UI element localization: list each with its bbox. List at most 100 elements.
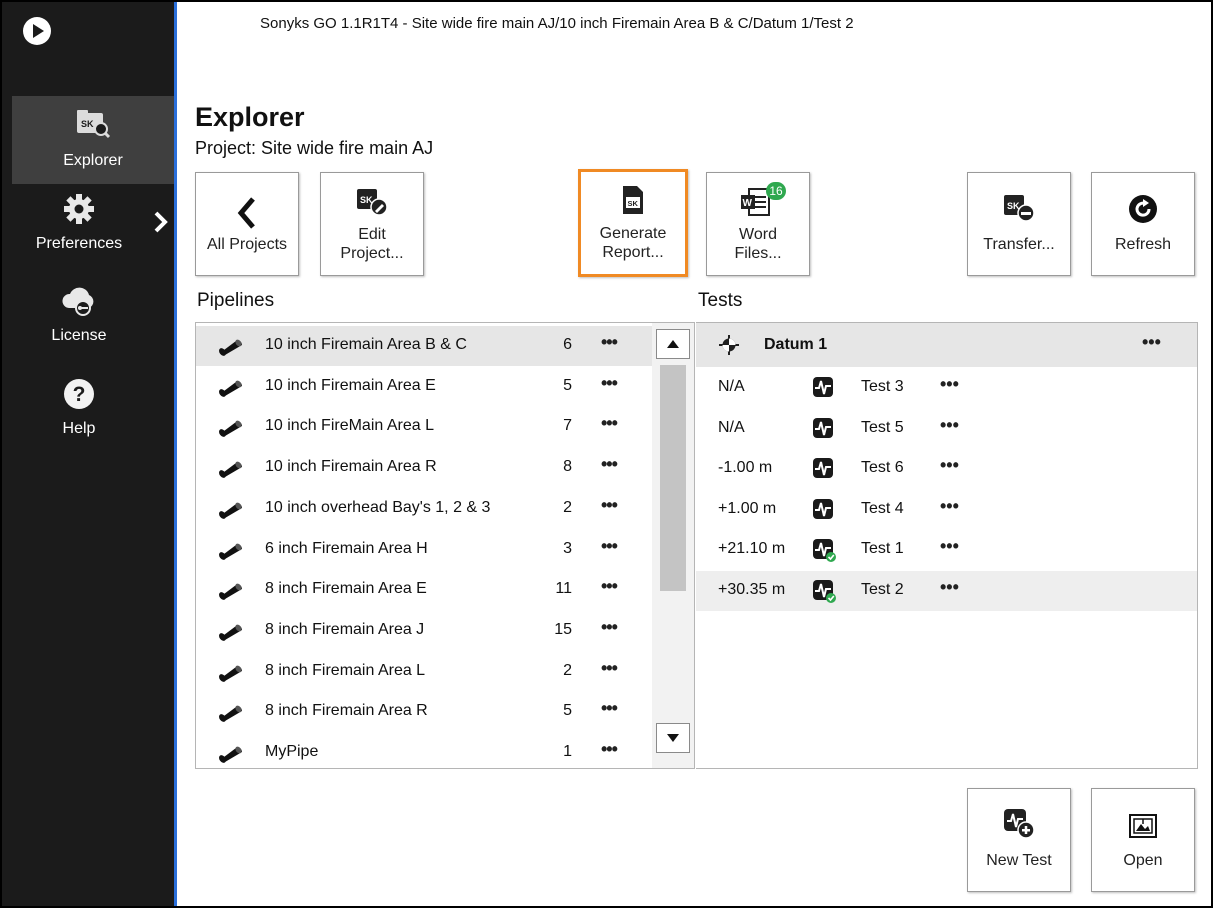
pipeline-more-button[interactable]: ••• <box>601 495 618 516</box>
datum-more-button[interactable]: ••• <box>1142 332 1161 353</box>
pipeline-row[interactable]: 10 inch Firemain Area R 8 ••• <box>196 448 652 488</box>
pipeline-row[interactable]: 10 inch FireMain Area L 7 ••• <box>196 407 652 447</box>
word-files-button[interactable]: W 16 Word Files... <box>706 172 810 276</box>
transfer-icon: SK <box>1002 193 1036 223</box>
pipeline-row[interactable]: 10 inch Firemain Area B & C 6 ••• <box>196 326 652 366</box>
datum-row[interactable]: Datum 1 ••• <box>696 323 1197 367</box>
pipe-icon <box>216 419 244 442</box>
test-complete-icon <box>812 579 836 608</box>
pipelines-scrollbar[interactable] <box>652 323 694 768</box>
pipe-icon <box>216 623 244 646</box>
button-label: Refresh <box>1114 236 1172 253</box>
tests-list: Datum 1 ••• N/A Test 3 ••• N/A Test 5 ••• -1.0… <box>696 322 1198 769</box>
test-row[interactable]: +30.35 m Test 2 ••• <box>696 570 1197 611</box>
pipeline-row[interactable]: 8 inch Firemain Area J 15 ••• <box>196 611 652 651</box>
test-more-button[interactable]: ••• <box>940 577 959 598</box>
pipe-icon <box>216 745 244 768</box>
sidebar-item-preferences[interactable]: Preferences <box>12 192 168 262</box>
test-distance: +21.10 m <box>718 540 786 557</box>
pipeline-more-button[interactable]: ••• <box>601 698 618 719</box>
button-label-line-2: Report... <box>602 244 664 261</box>
pipeline-more-button[interactable]: ••• <box>601 576 618 597</box>
test-row[interactable]: N/A Test 5 ••• <box>696 409 1197 449</box>
test-more-button[interactable]: ••• <box>940 455 959 476</box>
pipeline-name: 8 inch Firemain Area R <box>265 702 428 720</box>
explorer-icon: SK <box>12 106 174 145</box>
pipeline-more-button[interactable]: ••• <box>601 332 618 353</box>
pipelines-heading: Pipelines <box>197 290 275 311</box>
test-distance: +1.00 m <box>718 499 777 517</box>
pipeline-row[interactable]: MyPipe 1 ••• <box>196 733 652 768</box>
pipeline-name: 8 inch Firemain Area L <box>265 661 426 679</box>
test-more-button[interactable]: ••• <box>940 374 959 395</box>
test-more-button[interactable]: ••• <box>940 496 959 517</box>
pipeline-more-button[interactable]: ••• <box>601 373 618 394</box>
window-title: Sonyks GO 1.1R1T4 - Site wide fire main … <box>260 15 854 32</box>
transfer-button[interactable]: SK Transfer... <box>967 172 1071 276</box>
test-name: Test 3 <box>861 378 904 395</box>
scroll-up-button[interactable] <box>656 329 690 359</box>
chevron-right-icon[interactable] <box>152 210 168 239</box>
test-row[interactable]: +21.10 m Test 1 ••• <box>696 530 1197 570</box>
button-label: All Projects <box>206 236 288 253</box>
test-row[interactable]: N/A Test 3 ••• <box>696 368 1197 408</box>
pipeline-more-button[interactable]: ••• <box>601 617 618 638</box>
gear-icon <box>12 192 146 231</box>
pipeline-row[interactable]: 8 inch Firemain Area E 11 ••• <box>196 570 652 610</box>
pipeline-row[interactable]: 8 inch Firemain Area L 2 ••• <box>196 652 652 692</box>
test-waveform-icon <box>812 417 836 446</box>
pipe-icon <box>216 542 244 565</box>
chevron-left-icon <box>236 195 258 231</box>
pipeline-more-button[interactable]: ••• <box>601 536 618 557</box>
test-complete-icon <box>812 538 836 567</box>
edit-project-button[interactable]: SK Edit Project... <box>320 172 424 276</box>
button-label-line-1: Generate <box>599 225 667 242</box>
button-label-line-2: Files... <box>734 245 782 262</box>
svg-text:SK: SK <box>81 119 94 129</box>
open-button[interactable]: Open <box>1091 788 1195 892</box>
app-logo-icon[interactable] <box>22 16 52 46</box>
test-row[interactable]: +1.00 m Test 4 ••• <box>696 490 1197 530</box>
datum-name: Datum 1 <box>764 336 828 353</box>
generate-report-button[interactable]: SK Generate Report... <box>578 169 688 277</box>
scroll-down-button[interactable] <box>656 723 690 753</box>
test-more-button[interactable]: ••• <box>940 536 959 557</box>
button-label-line-1: Edit <box>358 226 386 243</box>
refresh-button[interactable]: Refresh <box>1091 172 1195 276</box>
sidebar-item-help[interactable]: ? Help <box>12 377 146 447</box>
pipeline-row[interactable]: 6 inch Firemain Area H 3 ••• <box>196 530 652 570</box>
all-projects-button[interactable]: All Projects <box>195 172 299 276</box>
sidebar-item-explorer[interactable]: SK Explorer <box>12 96 174 184</box>
pipeline-more-button[interactable]: ••• <box>601 454 618 475</box>
new-test-button[interactable]: New Test <box>967 788 1071 892</box>
pipeline-more-button[interactable]: ••• <box>601 658 618 679</box>
test-name: Test 1 <box>861 540 904 557</box>
test-name: Test 6 <box>861 459 904 476</box>
test-more-button[interactable]: ••• <box>940 415 959 436</box>
sidebar-item-license[interactable]: License <box>12 284 146 354</box>
pipeline-test-count: 8 <box>563 458 572 476</box>
test-row[interactable]: -1.00 m Test 6 ••• <box>696 449 1197 489</box>
scroll-thumb[interactable] <box>660 365 686 591</box>
pipe-icon <box>216 704 244 727</box>
button-label: Word Files... <box>707 225 809 263</box>
pipeline-name: 10 inch Firemain Area B & C <box>265 336 467 353</box>
pipeline-more-button[interactable]: ••• <box>601 413 618 434</box>
new-test-icon <box>1002 807 1036 841</box>
sidebar-divider <box>174 2 177 906</box>
project-label: Project: Site wide fire main AJ <box>195 138 434 158</box>
pipeline-more-button[interactable]: ••• <box>601 739 618 760</box>
test-waveform-icon <box>812 498 836 527</box>
report-icon: SK <box>621 184 645 216</box>
edit-project-icon: SK <box>355 187 389 217</box>
test-name: Test 5 <box>861 418 904 436</box>
sidebar-item-label: Help <box>62 420 96 437</box>
button-label: Edit Project... <box>321 225 423 263</box>
pipeline-row[interactable]: 10 inch Firemain Area E 5 ••• <box>196 367 652 407</box>
pipeline-row[interactable]: 8 inch Firemain Area R 5 ••• <box>196 692 652 732</box>
pipeline-name: 8 inch Firemain Area E <box>265 580 427 598</box>
pipeline-row[interactable]: 10 inch overhead Bay's 1, 2 & 3 2 ••• <box>196 489 652 529</box>
svg-text:W: W <box>743 198 753 209</box>
open-icon <box>1128 813 1158 841</box>
page-title: Explorer <box>195 102 305 132</box>
